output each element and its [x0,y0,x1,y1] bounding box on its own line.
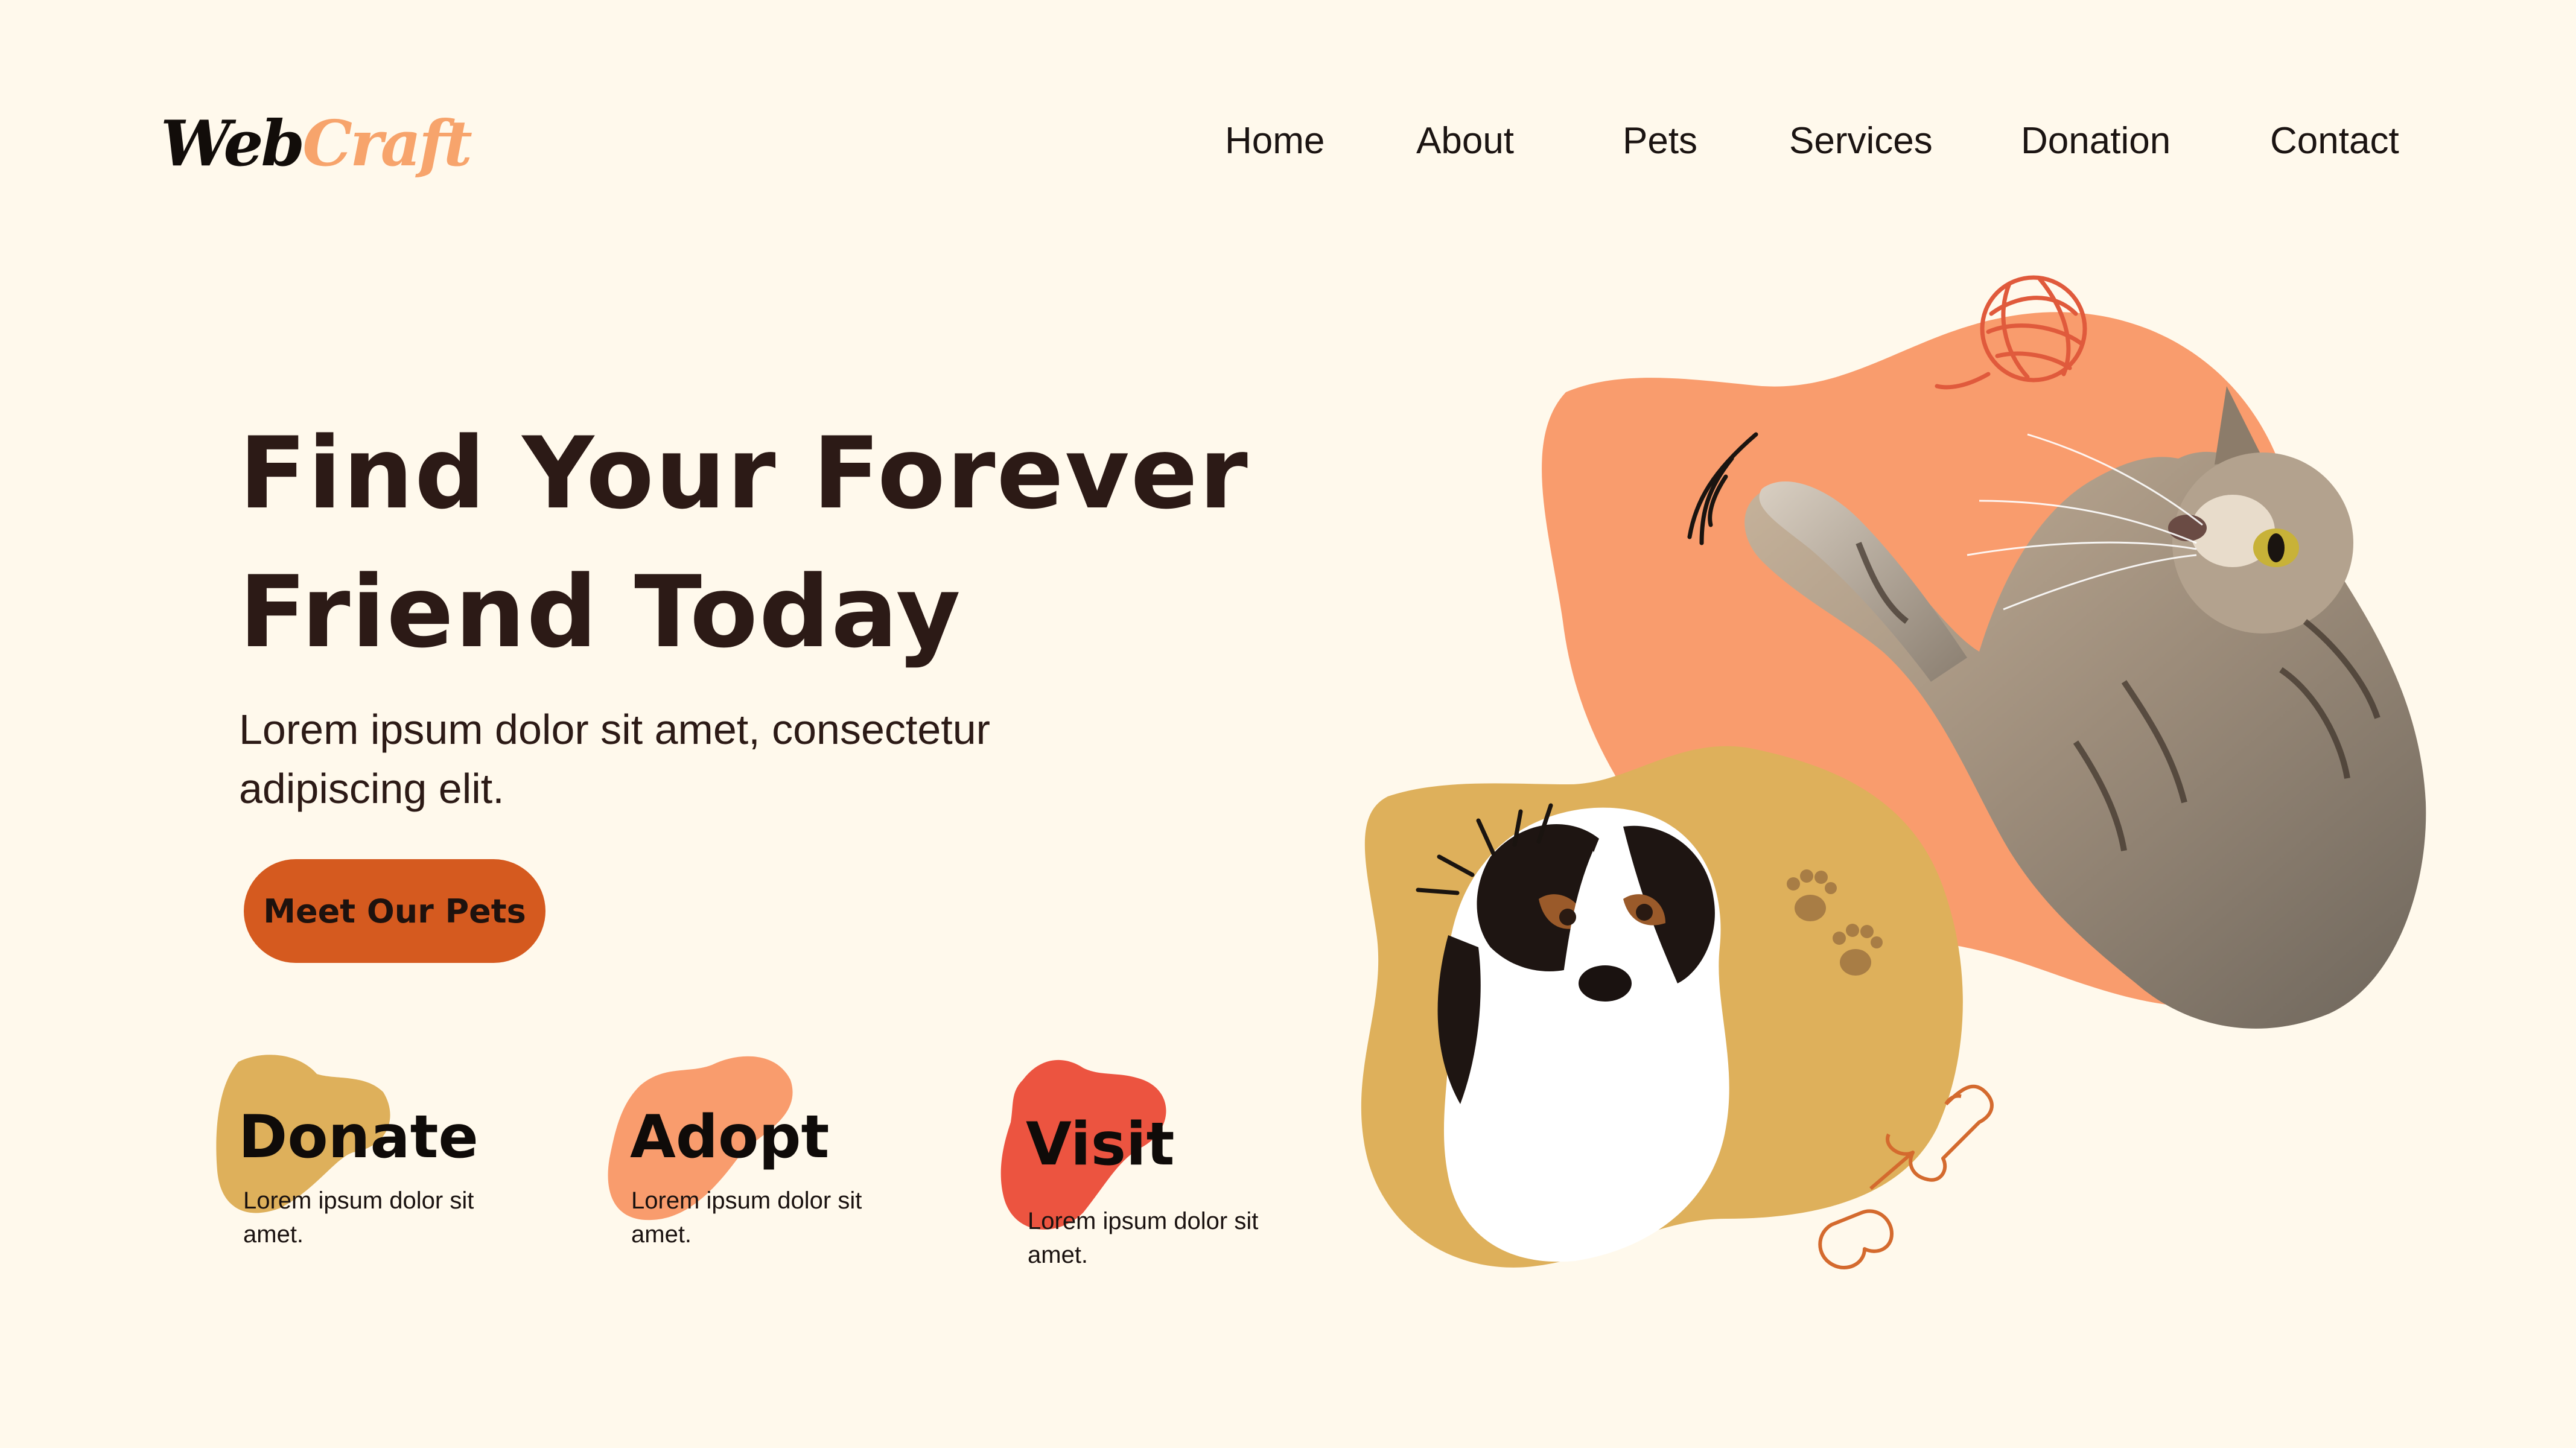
feature-donate[interactable]: Donate Lorem ipsum dolor sit amet. [214,1050,552,1255]
meet-our-pets-button[interactable]: Meet Our Pets [244,859,545,963]
hero-title: Find Your Forever Friend Today [239,404,1249,682]
feature-title-visit: Visit [1026,1110,1175,1179]
hero-illustration [1361,275,2426,1269]
feature-title-donate: Donate [238,1103,479,1172]
nav-item-pets[interactable]: Pets [1623,122,1697,160]
feature-text-adopt: Lorem ipsum dolor sit amet. [631,1187,862,1248]
hero-title-line1: Find Your Forever [239,416,1249,531]
nav-item-about[interactable]: About [1416,122,1514,160]
hero-subtitle-line2: adipiscing elit. [239,765,504,812]
feature-text-visit: Lorem ipsum dolor sit amet. [1028,1208,1259,1268]
logo-web: Web [161,106,305,180]
nav-item-services[interactable]: Services [1789,122,1933,160]
nav-item-donation[interactable]: Donation [2021,122,2171,160]
logo-craft: Craft [302,106,472,180]
hero-subtitle-line1: Lorem ipsum dolor sit amet, consectetur [239,706,990,753]
feature-adopt[interactable]: Adopt Lorem ipsum dolor sit amet. [603,1050,941,1255]
dog-image [1437,807,1729,1262]
hero-title-line2: Friend Today [239,554,962,670]
feature-text-donate: Lorem ipsum dolor sit amet. [243,1187,474,1248]
nav-item-contact[interactable]: Contact [2270,122,2399,160]
nav-item-home[interactable]: Home [1225,122,1325,160]
feature-visit[interactable]: Visit Lorem ipsum dolor sit amet. [999,1056,1337,1273]
feature-title-adopt: Adopt [630,1103,830,1172]
logo[interactable]: WebCraft [161,112,472,175]
hero-subtitle: Lorem ipsum dolor sit amet, consectetur … [239,700,1096,818]
